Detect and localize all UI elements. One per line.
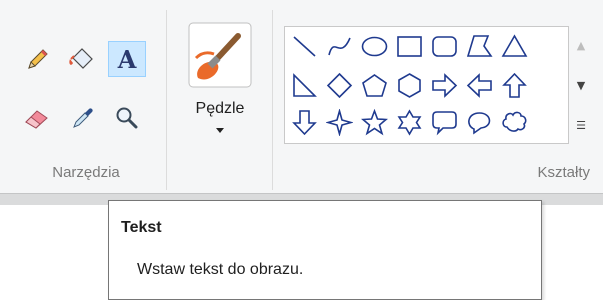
rounded-rectangle-shape-icon[interactable]	[431, 33, 458, 60]
shapes-group-label: Kształty	[537, 164, 590, 181]
tooltip-description: Wstaw tekst do obrazu.	[137, 261, 304, 278]
diamond-shape-icon[interactable]	[326, 72, 353, 99]
right-arrow-shape-icon[interactable]	[431, 72, 458, 99]
color-picker-icon	[73, 108, 93, 128]
shapes-gallery	[284, 26, 569, 144]
triangle-shape-icon[interactable]	[501, 33, 528, 60]
brushes-label: Pędzle	[195, 100, 245, 117]
brushes-button[interactable]: Pędzle	[180, 20, 260, 148]
down-arrow-shape-icon[interactable]	[291, 109, 318, 136]
rectangle-shape-icon[interactable]	[396, 33, 423, 60]
shapes-scrollbar: ▲ ▼ ☰	[570, 26, 592, 144]
magnifier-icon	[116, 107, 138, 129]
pentagon-shape-icon[interactable]	[361, 72, 388, 99]
color-picker-tool-button[interactable]	[66, 102, 100, 134]
ribbon-separator	[166, 10, 167, 190]
up-arrow-shape-icon[interactable]	[501, 72, 528, 99]
tools-group-label: Narzędzia	[52, 164, 120, 181]
six-point-star-shape-icon[interactable]	[396, 109, 423, 136]
brush-icon	[188, 22, 252, 88]
curve-shape-icon[interactable]	[326, 33, 353, 60]
tooltip-title: Tekst	[121, 219, 162, 236]
text-tool-tooltip: Tekst Wstaw tekst do obrazu.	[108, 200, 542, 300]
four-point-star-shape-icon[interactable]	[326, 109, 353, 136]
pencil-icon	[28, 49, 48, 69]
hexagon-shape-icon[interactable]	[396, 72, 423, 99]
rounded-callout-shape-icon[interactable]	[431, 109, 458, 136]
cloud-callout-shape-icon[interactable]	[501, 109, 528, 136]
right-triangle-shape-icon[interactable]	[291, 72, 318, 99]
pencil-tool-button[interactable]	[20, 44, 54, 76]
left-arrow-shape-icon[interactable]	[466, 72, 493, 99]
text-tool-button[interactable]: A	[108, 41, 146, 77]
oval-callout-shape-icon[interactable]	[466, 109, 493, 136]
shapes-expand-button[interactable]: ☰	[570, 106, 592, 145]
fill-tool-button[interactable]	[66, 44, 100, 76]
eraser-icon	[25, 110, 48, 129]
fill-bucket-icon	[69, 48, 93, 69]
shapes-scroll-up-button[interactable]: ▲	[570, 26, 592, 65]
text-tool-icon: A	[117, 44, 137, 74]
polygon-shape-icon[interactable]	[466, 33, 493, 60]
oval-shape-icon[interactable]	[361, 33, 388, 60]
line-shape-icon[interactable]	[291, 33, 318, 60]
five-point-star-shape-icon[interactable]	[361, 109, 388, 136]
magnifier-tool-button[interactable]	[110, 102, 144, 134]
ribbon-separator	[272, 10, 273, 190]
brushes-dropdown-arrow[interactable]	[216, 128, 224, 133]
eraser-tool-button[interactable]	[20, 102, 54, 134]
shapes-scroll-down-button[interactable]: ▼	[570, 66, 592, 105]
